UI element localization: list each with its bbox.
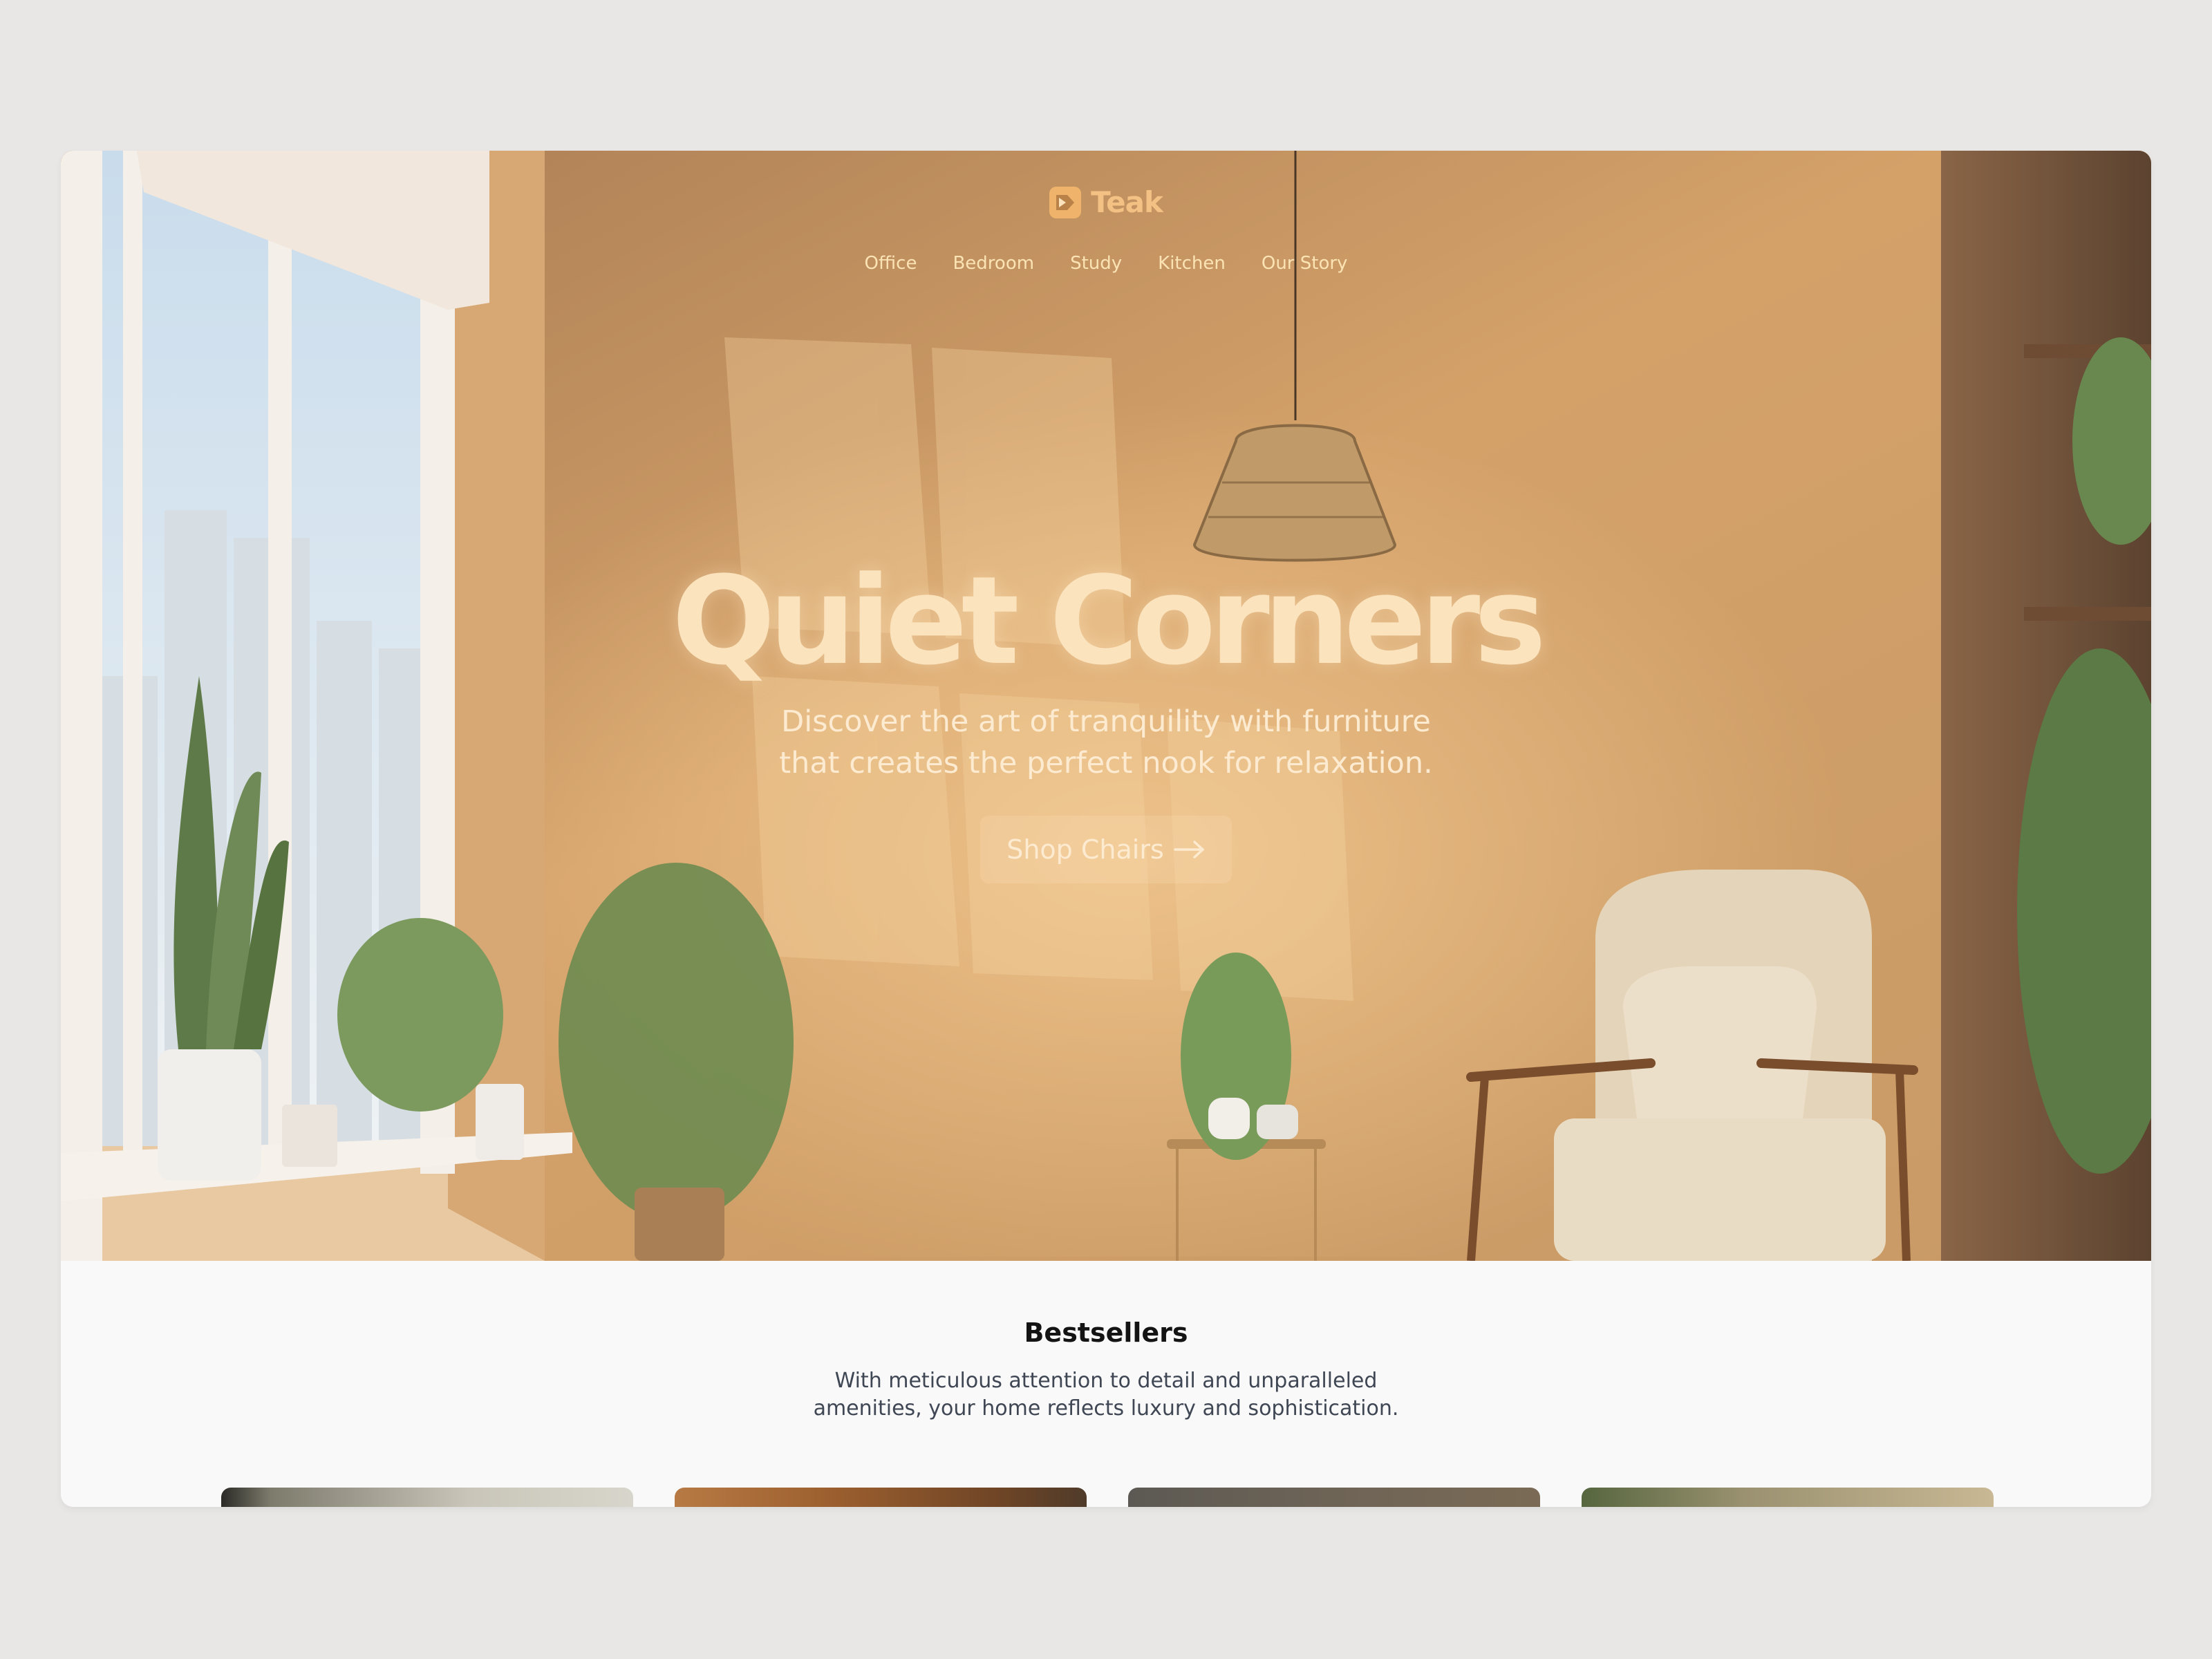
brand-logo[interactable]: Teak xyxy=(61,185,2151,219)
nav-item-our-story[interactable]: Our Story xyxy=(1262,253,1348,274)
logo-icon xyxy=(1049,186,1082,218)
nav-item-kitchen[interactable]: Kitchen xyxy=(1158,253,1226,274)
main-nav: Office Bedroom Study Kitchen Our Story xyxy=(61,253,2151,274)
bestsellers-description: With meticulous attention to detail and … xyxy=(61,1367,2151,1423)
hero-subtitle-line-2: that creates the perfect nook for relaxa… xyxy=(779,746,1433,780)
nav-item-office[interactable]: Office xyxy=(865,253,917,274)
product-card-2[interactable] xyxy=(675,1488,1087,1507)
bestsellers-title: Bestsellers xyxy=(1024,1318,1188,1348)
bestsellers-description-line-1: With meticulous attention to detail and … xyxy=(834,1369,1378,1393)
product-card-4[interactable] xyxy=(1582,1488,1994,1507)
browser-frame: Teak Office Bedroom Study Kitchen Our St… xyxy=(61,151,2151,1507)
brand-name: Teak xyxy=(1091,185,1163,219)
arrow-right-icon xyxy=(1174,841,1204,859)
hero-title: Quiet Corners xyxy=(671,550,1546,692)
hero-subtitle: Discover the art of tranquility with fur… xyxy=(61,701,2151,784)
hero-section: Teak Office Bedroom Study Kitchen Our St… xyxy=(61,151,2151,1261)
product-card-3[interactable] xyxy=(1128,1488,1540,1507)
shop-chairs-button[interactable]: Shop Chairs xyxy=(980,816,1232,883)
nav-item-study[interactable]: Study xyxy=(1070,253,1122,274)
bestsellers-description-line-2: amenities, your home reflects luxury and… xyxy=(813,1396,1399,1421)
hero-subtitle-line-1: Discover the art of tranquility with fur… xyxy=(781,704,1431,739)
shop-chairs-label: Shop Chairs xyxy=(1006,834,1164,865)
nav-item-bedroom[interactable]: Bedroom xyxy=(953,253,1034,274)
product-card-1[interactable] xyxy=(221,1488,633,1507)
